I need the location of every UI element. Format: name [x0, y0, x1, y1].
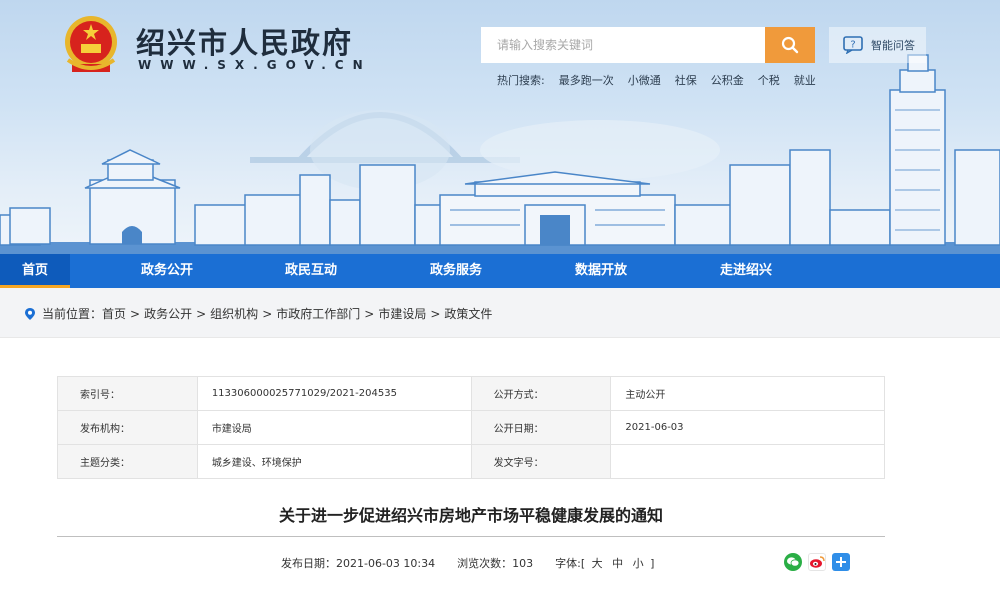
wechat-icon	[787, 557, 800, 567]
meta-org-label: 发布机构：	[57, 410, 198, 445]
table-row: 索引号： 113306000025771029/2021-204535 公开方式…	[57, 376, 885, 411]
meta-topic-label: 主题分类：	[57, 444, 198, 479]
publish-date: 发布日期：2021-06-03 10:34	[281, 557, 436, 570]
title-divider	[57, 536, 885, 537]
font-size-end: ]	[650, 557, 655, 570]
breadcrumb-item[interactable]: 市政府工作部门	[276, 305, 360, 322]
breadcrumb: 当前位置： 首页 > 政务公开 > 组织机构 > 市政府工作部门 > 市建设局 > 政策文…	[24, 305, 492, 322]
meta-index-value: 113306000025771029/2021-204535	[196, 376, 472, 411]
page: 绍兴市人民政府 WWW.SX.GOV.CN ? 智能问答 热门搜索: 最多跑一次…	[0, 0, 1000, 590]
hot-search-label: 热门搜索:	[497, 74, 545, 87]
smart-qa-button[interactable]: ? 智能问答	[829, 27, 926, 63]
smart-qa-label: 智能问答	[871, 39, 915, 52]
hot-search-item[interactable]: 个税	[758, 72, 780, 88]
nav-item-about-shaoxing[interactable]: 走进绍兴	[720, 254, 772, 288]
meta-open-mode-value: 主动公开	[610, 376, 885, 411]
question-bubble-icon: ?	[843, 36, 863, 54]
breadcrumb-bar: 当前位置： 首页 > 政务公开 > 组织机构 > 市政府工作部门 > 市建设局 > 政策文…	[0, 288, 1000, 338]
weibo-share-icon[interactable]	[808, 553, 826, 571]
search-input[interactable]	[481, 27, 765, 63]
hot-search-item[interactable]: 最多跑一次	[559, 72, 614, 88]
table-row: 主题分类： 城乡建设、环境保护 发文字号：	[57, 444, 885, 479]
share-bar	[784, 553, 850, 571]
nav-item-open-data[interactable]: 数据开放	[575, 254, 627, 288]
font-size-large-button[interactable]: 大	[592, 557, 603, 570]
hot-search-item[interactable]: 社保	[675, 72, 697, 88]
breadcrumb-item[interactable]: 政务公开	[144, 305, 192, 322]
breadcrumb-item[interactable]: 市建设局	[378, 305, 426, 322]
breadcrumb-item[interactable]: 政策文件	[444, 305, 492, 322]
search-icon	[781, 36, 799, 54]
more-share-icon[interactable]	[832, 553, 850, 571]
document-meta-table: 索引号： 113306000025771029/2021-204535 公开方式…	[57, 376, 885, 479]
article-info-bar: 发布日期：2021-06-03 10:34 浏览次数：103 字体:[ 大 中 …	[281, 555, 654, 571]
site-title: 绍兴市人民政府	[136, 26, 354, 60]
breadcrumb-item[interactable]: 组织机构	[210, 305, 258, 322]
document-title: 关于进一步促进绍兴市房地产市场平稳健康发展的通知	[278, 506, 663, 525]
nav-item-gov-affairs-open[interactable]: 政务公开	[141, 254, 193, 288]
plus-icon	[836, 557, 846, 567]
font-size-small-button[interactable]: 小	[633, 557, 644, 570]
meta-doc-no-label: 发文字号：	[470, 444, 612, 479]
nav-item-services[interactable]: 政务服务	[430, 254, 482, 288]
hot-search-list: 热门搜索: 最多跑一次 小微通 社保 公积金 个税 就业	[497, 72, 816, 88]
meta-org-value: 市建设局	[196, 410, 472, 445]
font-size-switcher: 字体:[ 大 中 小 ]	[555, 555, 654, 571]
hot-search-item[interactable]: 就业	[794, 72, 816, 88]
meta-index-label: 索引号：	[57, 376, 198, 411]
breadcrumb-item[interactable]: 首页	[102, 305, 126, 322]
meta-open-mode-label: 公开方式：	[470, 376, 612, 411]
site-url: WWW.SX.GOV.CN	[138, 58, 372, 72]
meta-topic-value: 城乡建设、环境保护	[196, 444, 472, 479]
wechat-share-icon[interactable]	[784, 553, 802, 571]
view-count: 浏览次数：103	[457, 557, 534, 570]
font-size-label: 字体:[	[555, 557, 586, 570]
location-pin-icon	[25, 307, 35, 320]
meta-open-date-value: 2021-06-03	[610, 410, 885, 445]
hot-search-item[interactable]: 小微通	[628, 72, 661, 88]
svg-text:?: ?	[850, 40, 855, 51]
weibo-icon	[810, 556, 825, 568]
meta-doc-no-value	[610, 444, 885, 479]
header-banner: 绍兴市人民政府 WWW.SX.GOV.CN ? 智能问答 热门搜索: 最多跑一次…	[0, 0, 1000, 254]
font-size-medium-button[interactable]: 中	[612, 557, 623, 570]
nav-item-home[interactable]: 首页	[0, 254, 70, 288]
main-nav: 首页 政务公开 政民互动 政务服务 数据开放 走进绍兴	[0, 254, 1000, 288]
breadcrumb-label: 当前位置：	[42, 307, 103, 321]
nav-item-interaction[interactable]: 政民互动	[285, 254, 337, 288]
table-row: 发布机构： 市建设局 公开日期： 2021-06-03	[57, 410, 885, 445]
meta-open-date-label: 公开日期：	[470, 410, 612, 445]
national-emblem-icon	[65, 16, 117, 72]
search-button[interactable]	[765, 27, 815, 63]
hot-search-item[interactable]: 公积金	[711, 72, 744, 88]
